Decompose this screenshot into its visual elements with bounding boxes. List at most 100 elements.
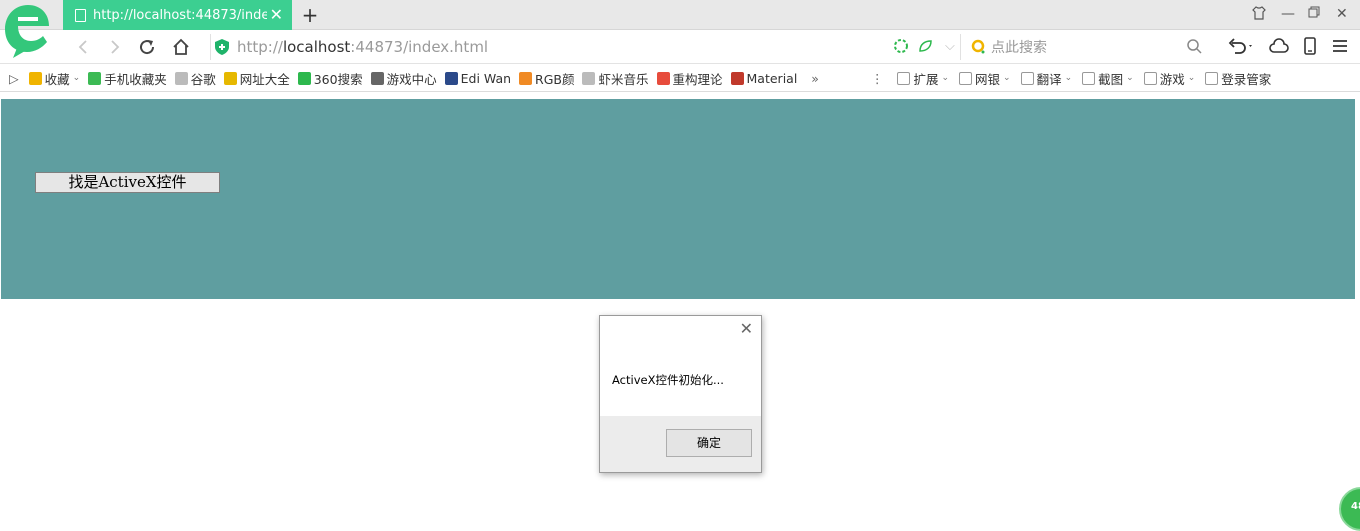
translate-icon — [1020, 71, 1034, 85]
browser-logo-icon — [3, 2, 55, 60]
bookmark-item[interactable]: 游戏中心 — [370, 69, 437, 88]
screenshot-icon — [1082, 71, 1096, 85]
extension-label: 游戏 — [1159, 71, 1185, 87]
menu-icon[interactable] — [1332, 37, 1348, 59]
bookmark-label: Edi Wan — [460, 70, 512, 86]
login-icon — [1205, 71, 1219, 85]
new-tab-button[interactable]: + — [300, 3, 320, 27]
bookmark-item[interactable]: 网址大全 — [223, 69, 290, 88]
bookmark-item[interactable]: 虾米音乐 — [582, 69, 649, 88]
page-icon — [174, 71, 188, 85]
security-shield-icon — [215, 39, 229, 55]
dialog-message: ActiveX控件初始化... — [612, 373, 724, 387]
globe-icon — [223, 71, 237, 85]
bookmark-item[interactable]: 重构理论 — [656, 69, 723, 88]
address-bar[interactable]: http://localhost:44873/index.html — [210, 34, 945, 60]
dialog-footer: 确定 — [600, 416, 761, 472]
search-360-icon — [971, 39, 985, 54]
close-window-icon[interactable]: ✕ — [1336, 6, 1348, 22]
address-dropdown-icon[interactable]: ⌵ — [945, 39, 955, 54]
back-icon[interactable] — [72, 36, 94, 58]
bookmark-label: RGB颜 — [535, 71, 575, 87]
extension-item[interactable]: 截图 ⌄ — [1082, 69, 1134, 88]
url-text: http://localhost:44873/index.html — [237, 38, 489, 56]
chevron-down-icon: ⌄ — [1126, 73, 1134, 83]
bookmark-item[interactable]: Material — [730, 70, 798, 86]
bookmark-label: Material — [746, 70, 798, 86]
search-icon[interactable] — [1186, 38, 1202, 54]
extension-item[interactable]: 登录管家 — [1205, 69, 1271, 88]
close-tab-icon[interactable]: ✕ — [270, 5, 283, 24]
bookmark-label: 重构理论 — [672, 71, 723, 87]
gamepad-icon — [370, 71, 384, 85]
alert-dialog: ✕ ActiveX控件初始化... 确定 — [599, 315, 762, 473]
rainbow-icon — [519, 71, 533, 85]
extension-label: 扩展 — [913, 71, 939, 87]
extension-label: 网银 — [975, 71, 1001, 87]
page-icon — [582, 71, 596, 85]
bookmark-label: 360搜索 — [313, 71, 363, 87]
cloud-icon[interactable] — [1269, 37, 1289, 59]
bookmark-item[interactable]: 手机收藏夹 — [88, 69, 167, 88]
bookmark-label: 网址大全 — [239, 71, 290, 87]
extension-item[interactable]: 扩展 ⌄ — [897, 69, 949, 88]
extension-item[interactable]: 翻译 ⌄ — [1020, 69, 1073, 88]
search-360-icon — [297, 71, 311, 85]
navigation-bar: http://localhost:44873/index.html ⌵ 点此搜索 — [0, 30, 1360, 64]
extension-label: 截图 — [1098, 71, 1124, 87]
address-actions: ⌵ — [893, 38, 955, 54]
extension-item[interactable]: 游戏 ⌄ — [1143, 69, 1196, 88]
bookmark-item[interactable]: Edi Wan — [444, 70, 512, 86]
browser-mode-icon[interactable] — [917, 38, 933, 54]
bookmark-item[interactable]: 谷歌 — [174, 69, 216, 88]
search-box[interactable]: 点此搜索 — [960, 34, 1210, 60]
bookmark-label: 谷歌 — [190, 71, 216, 87]
bookmark-item[interactable]: 360搜索 — [297, 69, 363, 88]
more-bookmarks-icon[interactable]: » — [811, 71, 819, 86]
home-icon[interactable] — [170, 36, 192, 58]
star-icon — [28, 71, 42, 85]
tab-bar: http://localhost:44873/index.ht ✕ + — ✕ — [0, 0, 1360, 30]
extension-label: 登录管家 — [1221, 71, 1272, 87]
extension-icon — [897, 71, 911, 85]
minimize-icon[interactable]: — — [1281, 6, 1295, 22]
bookmark-label: 收藏 — [44, 71, 70, 87]
more-options-icon[interactable]: ⋮ — [871, 71, 884, 86]
activex-control[interactable]: 找是ActiveX控件 — [35, 172, 220, 193]
bank-icon — [959, 71, 973, 85]
bookmark-label: 虾米音乐 — [598, 71, 649, 87]
chevron-down-icon: ⌄ — [1003, 73, 1011, 83]
chevron-down-icon: ⌄ — [72, 73, 81, 83]
chevron-down-icon: ⌄ — [941, 73, 950, 83]
page-content: 找是ActiveX控件 ✕ ActiveX控件初始化... 确定 — [0, 93, 1360, 524]
reload-icon[interactable] — [136, 36, 158, 58]
undo-icon[interactable] — [1228, 37, 1254, 59]
phone-icon — [88, 71, 102, 85]
restore-icon[interactable] — [1308, 6, 1320, 22]
forward-icon[interactable] — [104, 36, 126, 58]
active-tab[interactable]: http://localhost:44873/index.ht ✕ — [63, 0, 292, 30]
windows-icon — [656, 71, 670, 85]
chevron-down-icon: ⌄ — [1187, 73, 1196, 83]
page-icon — [75, 8, 86, 22]
dialog-close-icon[interactable]: ✕ — [740, 319, 753, 338]
ok-button[interactable]: 确定 — [666, 429, 752, 457]
extension-item[interactable]: 网银 ⌄ — [959, 69, 1011, 88]
mobile-icon[interactable] — [1303, 37, 1317, 59]
material-icon — [730, 71, 744, 85]
game-icon — [1143, 71, 1157, 85]
activex-banner: 找是ActiveX控件 — [1, 99, 1355, 299]
skin-icon[interactable] — [1252, 6, 1266, 24]
bookmark-item[interactable]: RGB颜 — [519, 69, 574, 88]
bookmark-label: 手机收藏夹 — [104, 71, 167, 87]
bookmark-label: 游戏中心 — [386, 71, 437, 87]
e-logo-icon — [444, 71, 458, 85]
sidebar-toggle-icon[interactable]: ▷ — [9, 71, 19, 86]
speed-mode-icon[interactable] — [893, 38, 909, 54]
extension-label: 翻译 — [1036, 71, 1062, 87]
search-placeholder: 点此搜索 — [991, 40, 1047, 56]
bookmarks-bar: ▷ 收藏 ⌄ 手机收藏夹 谷歌 网址大全 360搜索 游戏中心 Edi Wan RGB颜 虾米音乐… — [0, 65, 1360, 92]
bookmark-item[interactable]: 收藏 ⌄ — [28, 69, 81, 88]
chevron-down-icon: ⌄ — [1064, 73, 1073, 83]
tab-title: http://localhost:44873/index.ht — [93, 7, 267, 23]
